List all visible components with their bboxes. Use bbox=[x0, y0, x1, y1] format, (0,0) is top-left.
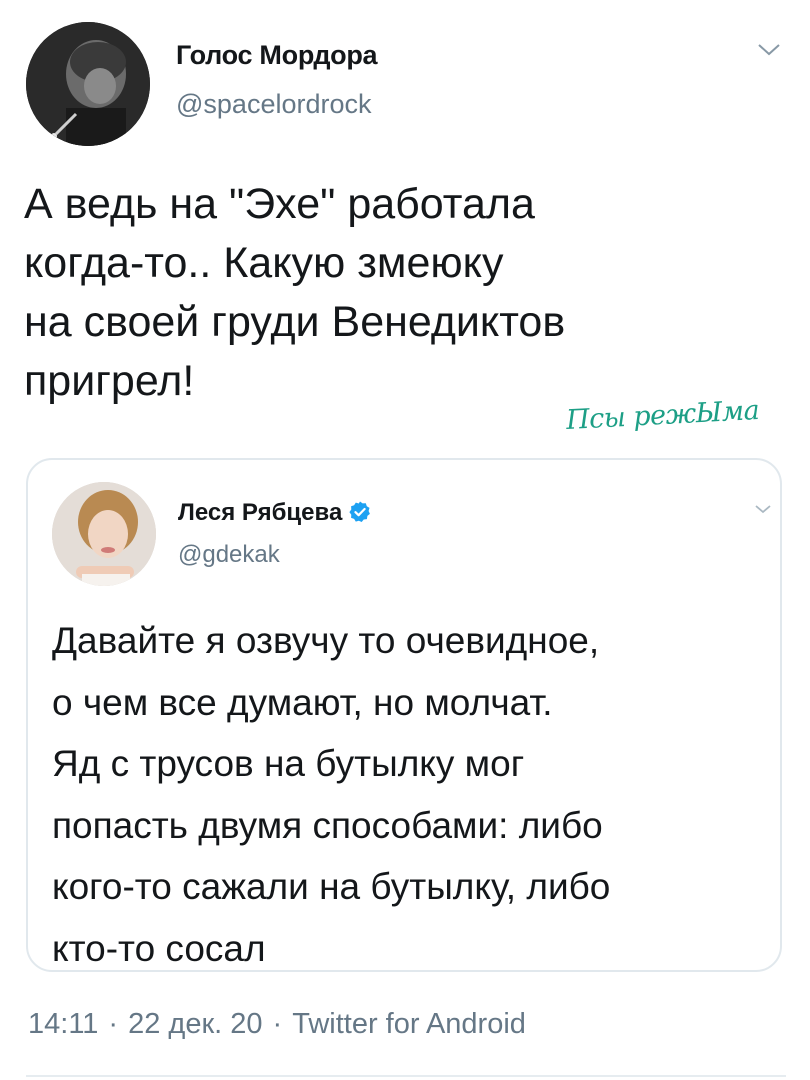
quoted-avatar-photo bbox=[52, 482, 156, 586]
tweet-date[interactable]: 22 дек. 20 bbox=[128, 1008, 262, 1040]
tweet: Голос Мордора @spacelordrock А ведь на "… bbox=[0, 0, 810, 1080]
author-avatar[interactable] bbox=[26, 22, 150, 146]
tweet-metadata: 14:11 · 22 дек. 20 · Twitter for Android bbox=[28, 1008, 526, 1041]
author-handle[interactable]: @spacelordrock bbox=[176, 89, 372, 120]
avatar-photo bbox=[26, 22, 150, 146]
quoted-author-display-name[interactable]: Леся Рябцева bbox=[178, 499, 342, 526]
quoted-author-name-row[interactable]: Леся Рябцева bbox=[178, 499, 372, 527]
meta-separator: · bbox=[272, 1008, 283, 1040]
quoted-author-avatar[interactable] bbox=[52, 482, 156, 586]
tweet-text: А ведь на "Эхе" работала когда-то.. Каку… bbox=[24, 180, 566, 405]
chevron-down-icon[interactable] bbox=[756, 40, 782, 60]
meta-separator: · bbox=[108, 1008, 119, 1040]
verified-badge-icon bbox=[349, 501, 371, 522]
tweet-source-link[interactable]: Twitter for Android bbox=[292, 1008, 526, 1040]
chevron-down-icon[interactable] bbox=[754, 502, 772, 516]
quoted-tweet-text: Давайте я озвучу то очевидное, о чем все… bbox=[52, 620, 611, 969]
divider bbox=[26, 1075, 786, 1077]
author-display-name[interactable]: Голос Мордора bbox=[176, 40, 378, 71]
quoted-tweet-card[interactable]: Леся Рябцева @gdekak Давайте я озвучу то… bbox=[26, 458, 782, 972]
tweet-time[interactable]: 14:11 bbox=[28, 1008, 98, 1040]
quoted-author-handle[interactable]: @gdekak bbox=[178, 541, 280, 569]
